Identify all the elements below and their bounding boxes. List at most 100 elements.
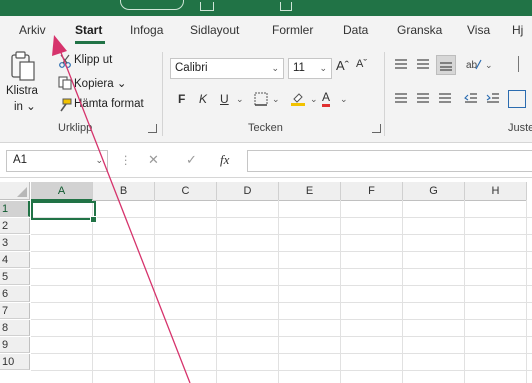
paste-button[interactable]: Klistra in ⌄ [4,48,40,113]
tab-visa[interactable]: Visa [467,23,490,37]
name-box[interactable]: A1 ⌄ [6,150,108,172]
gridline [31,370,532,371]
formula-bar-divider-icon: ⋮ [120,155,132,167]
gridline [31,336,532,337]
tab-sidlayout[interactable]: Sidlayout [190,23,239,37]
clipboard-launcher-icon[interactable] [148,124,157,133]
row-header-3[interactable]: 3 [0,235,30,251]
column-header-c[interactable]: C [155,182,217,201]
font-launcher-icon[interactable] [372,124,381,133]
decrease-indent-icon[interactable] [464,92,478,104]
search-box-outline[interactable] [120,0,184,10]
row-header-7[interactable]: 7 [0,303,30,319]
name-box-value: A1 [13,154,28,166]
gridline [526,200,527,383]
row-header-2[interactable]: 2 [0,218,30,234]
italic-button[interactable]: K [199,92,207,106]
format-painter-button[interactable]: Hämta format [74,98,144,110]
chevron-down-icon: ⌄ [271,63,279,73]
align-middle-icon[interactable] [416,58,430,70]
font-color-button[interactable]: A [322,90,331,107]
group-separator [162,52,163,136]
chevron-down-icon: ⌄ [485,60,493,70]
underline-button[interactable]: U [220,92,229,106]
tab-granska[interactable]: Granska [397,23,442,37]
decrease-font-size-button[interactable]: Aˇ [356,58,367,70]
borders-icon[interactable] [254,92,268,106]
wrap-text-icon[interactable] [508,90,526,108]
orientation-icon[interactable]: ab [466,57,482,71]
copy-button[interactable]: Kopiera ⌄ [74,76,126,90]
svg-text:ab: ab [466,60,478,71]
row-header-4[interactable]: 4 [0,252,30,268]
row-header-5[interactable]: 5 [0,269,30,285]
chevron-down-icon: ⌄ [95,155,103,165]
column-header-d[interactable]: D [217,182,279,201]
column-header-f[interactable]: F [341,182,403,201]
font-name-value: Calibri [175,62,208,74]
cut-button[interactable]: Klipp ut [74,54,112,66]
gridline [31,268,532,269]
align-top-icon[interactable] [394,58,408,70]
title-bar [0,0,532,16]
gridline [402,200,403,383]
ribbon-tabs: Arkiv Start Infoga Sidlayout Formler Dat… [0,16,532,44]
extra-align-icon[interactable] [518,56,525,72]
font-name-dropdown[interactable]: Calibri ⌄ [170,58,284,79]
scissors-icon [59,54,71,68]
enter-icon[interactable]: ✓ [186,152,197,168]
gridline [92,200,93,383]
column-header-a[interactable]: A [31,182,93,201]
chevron-down-icon: ⌄ [319,63,327,73]
align-bottom-icon [440,62,452,71]
font-group-label: Tecken [248,122,283,134]
chevron-down-icon: ⌄ [340,94,348,104]
align-bottom-button[interactable] [436,55,456,75]
tab-infoga[interactable]: Infoga [130,23,163,37]
gridline [154,200,155,383]
chevron-down-icon: ⌄ [272,94,280,104]
gridline [31,302,532,303]
gridline [31,251,532,252]
tab-arkiv[interactable]: Arkiv [19,23,46,37]
clipboard-icon [11,51,35,81]
fill-handle[interactable] [90,216,97,223]
chevron-down-icon: ⌄ [236,94,244,104]
increase-indent-icon[interactable] [486,92,500,104]
column-header-g[interactable]: G [403,182,465,201]
font-size-value: 11 [293,62,305,74]
active-cell-a1[interactable] [31,201,96,220]
gridline [31,217,532,218]
row-header-6[interactable]: 6 [0,286,30,302]
format-painter-icon [60,98,72,112]
fill-color-icon[interactable] [290,90,306,106]
formula-input[interactable] [247,150,532,172]
column-header-h[interactable]: H [465,182,527,201]
tab-formler[interactable]: Formler [272,23,313,37]
font-size-dropdown[interactable]: 11 ⌄ [288,58,332,79]
row-header-1[interactable]: 1 [0,201,30,217]
select-all-corner[interactable] [0,182,30,200]
column-header-b[interactable]: B [93,182,155,201]
row-header-9[interactable]: 9 [0,337,30,353]
gridline [278,200,279,383]
spreadsheet-grid[interactable]: A B C D E F G H 1 2 3 4 5 6 7 8 9 10 [0,182,532,383]
align-left-icon[interactable] [394,92,408,104]
tab-hjalp[interactable]: Hj [512,23,523,37]
gridline [31,285,532,286]
increase-font-size-button[interactable]: Aˆ [336,58,349,73]
group-separator [384,52,385,136]
row-header-10[interactable]: 10 [0,354,30,370]
share-icon [280,2,292,11]
tab-data[interactable]: Data [343,23,368,37]
row-header-8[interactable]: 8 [0,320,30,336]
paste-label: Klistra [6,85,38,97]
column-header-e[interactable]: E [279,182,341,201]
align-right-icon[interactable] [438,92,452,104]
cancel-icon[interactable]: ✕ [148,152,159,168]
gridline [31,353,532,354]
tab-start[interactable]: Start [75,23,102,37]
insert-function-icon[interactable]: fx [220,152,229,168]
bold-button[interactable]: F [178,92,185,106]
align-center-icon[interactable] [416,92,430,104]
